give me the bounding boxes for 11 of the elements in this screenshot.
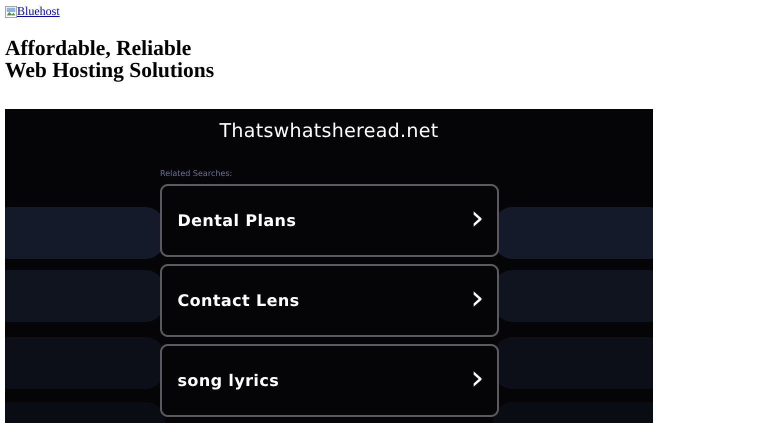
search-result-link[interactable]: Dental Plans › [160, 184, 498, 256]
page-heading: Affordable, Reliable Web Hosting Solutions [5, 36, 216, 80]
search-result-link[interactable]: Contact Lens › [160, 264, 498, 336]
search-result-link[interactable]: song lyrics › [160, 344, 498, 416]
logo-link[interactable]: Bluehost [5, 4, 60, 19]
chevron-icon: › [470, 360, 484, 394]
domain-title: Thatswhatsheread.net [220, 120, 438, 142]
chevron-icon: › [470, 200, 484, 234]
chevron-icon: › [470, 280, 484, 314]
broken-image-icon [5, 6, 17, 18]
related-searches-label: Related Searches: [160, 168, 232, 178]
